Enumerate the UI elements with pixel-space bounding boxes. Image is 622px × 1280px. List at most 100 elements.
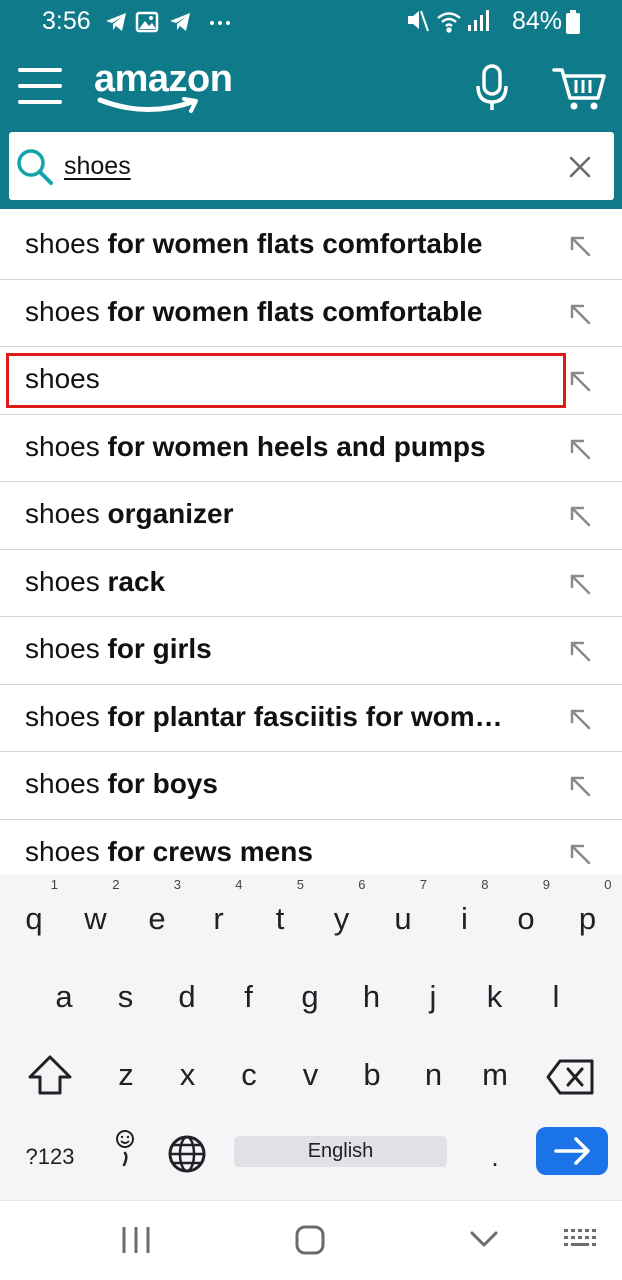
fill-query-arrow-icon[interactable] — [568, 707, 592, 731]
suggestion-suffix: for plantar fasciitis for wom… — [99, 700, 503, 732]
key-y[interactable]: y6 — [314, 877, 370, 949]
enter-key[interactable] — [536, 1127, 608, 1175]
key-g[interactable]: g — [282, 967, 338, 1027]
key-label: m — [482, 1057, 508, 1092]
fill-query-arrow-icon[interactable] — [568, 234, 592, 258]
key-label: j — [429, 979, 437, 1014]
fill-query-arrow-icon[interactable] — [568, 842, 592, 866]
suggestion-item[interactable]: shoes — [0, 347, 622, 415]
key-u[interactable]: u7 — [375, 877, 431, 949]
suggestion-text: shoes for girls — [25, 633, 545, 665]
key-label: k — [486, 979, 503, 1014]
fill-query-arrow-icon[interactable] — [568, 774, 592, 798]
suggestion-suffix: for women flats comfortable — [99, 228, 483, 259]
suggestion-suffix: for boys — [99, 768, 218, 799]
period-key[interactable]: . — [480, 1137, 510, 1177]
key-h[interactable]: h — [344, 967, 400, 1027]
navigation-bar — [0, 1200, 622, 1280]
fill-query-arrow-icon[interactable] — [568, 639, 592, 663]
amazon-logo[interactable]: amazon — [94, 58, 244, 118]
key-w[interactable]: w2 — [68, 877, 124, 949]
suggestion-item[interactable]: shoes rack — [0, 550, 622, 617]
telegram-icon — [170, 13, 190, 31]
key-o[interactable]: o9 — [498, 877, 554, 949]
suggestion-prefix: shoes — [25, 228, 100, 259]
key-r[interactable]: r4 — [191, 877, 247, 949]
search-box[interactable] — [9, 132, 614, 200]
key-b[interactable]: b — [344, 1045, 400, 1105]
key-q[interactable]: q1 — [6, 877, 62, 949]
suggestion-text: shoes for crews mens — [25, 836, 545, 868]
suggestion-text: shoes organizer — [25, 498, 545, 530]
key-label: d — [178, 979, 196, 1014]
key-n[interactable]: n — [406, 1045, 462, 1105]
microphone-icon[interactable] — [470, 64, 514, 112]
hamburger-menu-icon[interactable] — [18, 66, 64, 106]
suggestion-item[interactable]: shoes for girls — [0, 617, 622, 685]
suggestion-prefix: shoes — [25, 565, 100, 597]
key-x[interactable]: x — [160, 1045, 216, 1105]
search-icon[interactable] — [16, 148, 54, 186]
image-icon — [135, 11, 159, 33]
key-l[interactable]: l — [528, 967, 584, 1027]
fill-query-arrow-icon[interactable] — [568, 504, 592, 528]
suggestion-suffix: for women flats comfortable — [99, 295, 483, 327]
key-label: l — [552, 979, 560, 1014]
key-a[interactable]: a — [36, 967, 92, 1027]
fill-query-arrow-icon[interactable] — [568, 572, 592, 596]
key-z[interactable]: z — [98, 1045, 154, 1105]
suggestion-prefix: shoes — [25, 295, 100, 327]
suggestion-item[interactable]: shoes for women flats comfortable — [0, 280, 622, 347]
cart-icon[interactable] — [552, 66, 606, 112]
space-key[interactable]: English — [234, 1136, 447, 1167]
key-d[interactable]: d — [159, 967, 215, 1027]
suggestion-item[interactable]: shoes for plantar fasciitis for wom… — [0, 685, 622, 752]
home-icon[interactable] — [294, 1223, 326, 1257]
key-t[interactable]: t5 — [252, 877, 308, 949]
suggestion-item[interactable]: shoes for women heels and pumps — [0, 415, 622, 482]
key-j[interactable]: j — [405, 967, 461, 1027]
keyboard-switch-icon[interactable] — [562, 1223, 600, 1257]
fill-query-arrow-icon[interactable] — [568, 437, 592, 461]
suggestion-item[interactable]: shoes organizer — [0, 482, 622, 550]
notification-icons — [104, 9, 232, 42]
suggestion-text: shoes for plantar fasciitis for wom… — [25, 701, 545, 733]
shift-key[interactable] — [26, 1053, 74, 1099]
suggestion-prefix: shoes — [25, 633, 100, 664]
recent-apps-icon[interactable] — [120, 1223, 152, 1257]
backspace-key[interactable] — [546, 1057, 596, 1097]
key-i[interactable]: i8 — [437, 877, 493, 949]
suggestion-suffix: for women heels and pumps — [99, 430, 486, 462]
key-label: h — [362, 979, 381, 1014]
mute-icon — [408, 10, 429, 32]
status-bar: 3:56 84% — [0, 0, 622, 44]
suggestion-prefix: shoes — [25, 700, 100, 732]
close-icon[interactable] — [565, 152, 595, 182]
search-input[interactable] — [64, 146, 544, 186]
key-c[interactable]: c — [221, 1045, 277, 1105]
key-f[interactable]: f — [221, 967, 277, 1027]
suggestion-text: shoes for women flats comfortable — [25, 296, 545, 328]
suggestion-prefix: shoes — [25, 430, 100, 462]
suggestion-suffix: for girls — [99, 633, 212, 664]
suggestion-item[interactable]: shoes for women flats comfortable — [0, 212, 622, 280]
symbols-key[interactable]: ?123 — [18, 1137, 82, 1177]
key-m[interactable]: m — [467, 1045, 523, 1105]
suggestion-list: shoes for women flats comfortable shoes f… — [0, 212, 622, 875]
key-label: a — [55, 979, 73, 1014]
key-hint: 1 — [50, 877, 58, 892]
suggestion-item[interactable]: shoes for boys — [0, 752, 622, 820]
fill-query-arrow-icon[interactable] — [568, 302, 592, 326]
key-p[interactable]: p0 — [560, 877, 616, 949]
emoji-key[interactable] — [112, 1127, 140, 1171]
suggestion-item[interactable]: shoes for crews mens — [0, 820, 622, 876]
key-v[interactable]: v — [283, 1045, 339, 1105]
back-icon[interactable] — [468, 1223, 500, 1257]
globe-icon[interactable] — [166, 1133, 208, 1175]
key-e[interactable]: e3 — [129, 877, 185, 949]
fill-query-arrow-icon[interactable] — [568, 369, 592, 393]
system-icons — [406, 7, 492, 40]
key-s[interactable]: s — [98, 967, 154, 1027]
key-hint: 5 — [296, 877, 304, 892]
key-k[interactable]: k — [467, 967, 523, 1027]
